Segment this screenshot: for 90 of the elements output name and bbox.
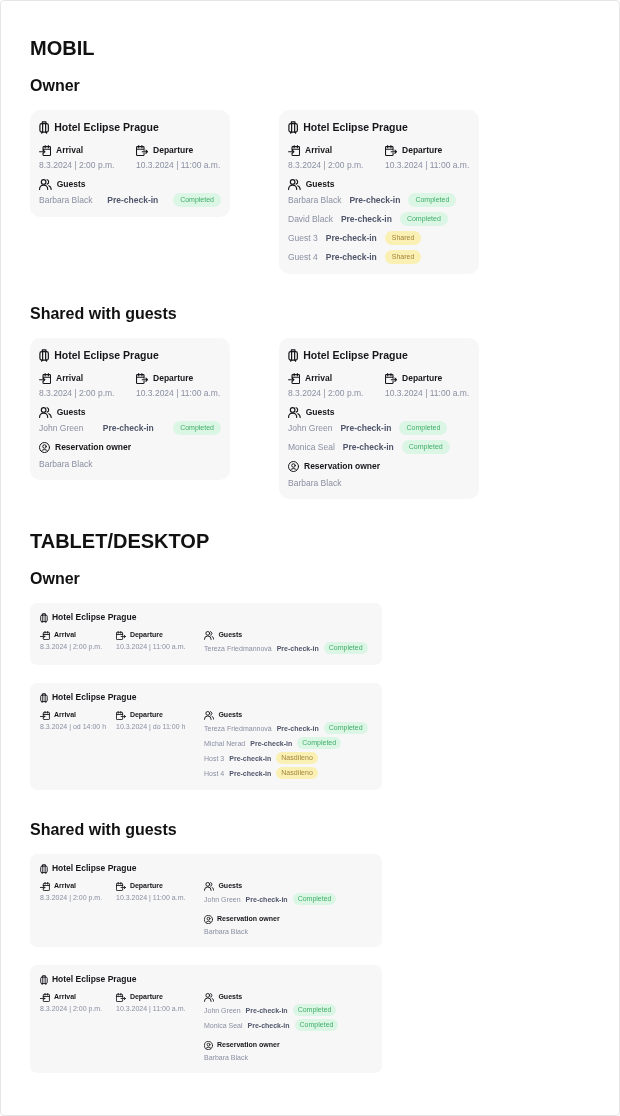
hotel-name: Hotel Eclipse Prague bbox=[54, 348, 159, 362]
guest-name: Barbara Black bbox=[39, 195, 93, 205]
people-icon bbox=[204, 710, 215, 720]
luggage-icon bbox=[288, 348, 299, 362]
guest-name: Barbara Black bbox=[288, 195, 342, 205]
people-icon bbox=[288, 406, 301, 418]
departure-date: 10.3.2024 | 11:00 a.m. bbox=[385, 159, 470, 171]
people-icon bbox=[39, 178, 52, 190]
section-title: MOBIL bbox=[30, 36, 95, 61]
pre-check-in-label: Pre-check-in bbox=[325, 233, 377, 243]
pre-check-in-label: Pre-check-in bbox=[342, 442, 394, 452]
group-title: Shared with guests bbox=[30, 820, 177, 840]
calendar-enter-icon bbox=[288, 372, 301, 384]
user-circle-icon bbox=[204, 1040, 213, 1050]
section-title: TABLET/DESKTOP bbox=[30, 529, 210, 554]
calendar-exit-icon bbox=[116, 881, 126, 891]
luggage-icon bbox=[288, 120, 299, 134]
hotel-name: Hotel Eclipse Prague bbox=[51, 692, 137, 703]
owner-label: Reservation owner bbox=[55, 441, 132, 453]
calendar-exit-icon bbox=[385, 372, 398, 384]
group-title: Owner bbox=[30, 569, 80, 589]
arrival-label: Arrival bbox=[305, 144, 332, 156]
arrival-date: 8.3.2024 | 2:00 p.m. bbox=[288, 387, 364, 399]
people-icon bbox=[204, 881, 215, 891]
departure-label: Departure bbox=[402, 144, 443, 156]
hotel-name: Hotel Eclipse Prague bbox=[51, 974, 137, 985]
calendar-enter-icon bbox=[40, 630, 50, 640]
people-icon bbox=[39, 406, 52, 418]
arrival-label: Arrival bbox=[56, 372, 83, 384]
people-icon bbox=[204, 630, 215, 640]
hotel-name: Hotel Eclipse Prague bbox=[51, 612, 137, 623]
guest-name: Monica Seal bbox=[288, 442, 335, 452]
group-title: Owner bbox=[30, 76, 80, 96]
guests-label: Guests bbox=[56, 406, 86, 418]
pre-check-in-label: Pre-check-in bbox=[102, 423, 154, 433]
calendar-enter-icon bbox=[40, 881, 50, 891]
luggage-icon bbox=[40, 612, 48, 623]
calendar-enter-icon bbox=[40, 710, 50, 720]
calendar-exit-icon bbox=[116, 992, 126, 1002]
luggage-icon bbox=[40, 863, 48, 874]
people-icon bbox=[204, 992, 215, 1002]
user-circle-icon bbox=[204, 914, 213, 924]
departure-date: 10.3.2024 | 11:00 a.m. bbox=[385, 387, 470, 399]
user-circle-icon bbox=[39, 441, 50, 453]
departure-date: 10.3.2024 | 11:00 a.m. bbox=[136, 159, 221, 171]
owner-label: Reservation owner bbox=[304, 460, 381, 472]
people-icon bbox=[288, 178, 301, 190]
pre-check-in-label: Pre-check-in bbox=[107, 195, 159, 205]
guest-name: Guest 4 bbox=[288, 252, 318, 262]
luggage-icon bbox=[40, 692, 48, 703]
pre-check-in-label: Pre-check-in bbox=[349, 195, 401, 205]
guests-label: Guests bbox=[56, 178, 86, 190]
arrival-date: 8.3.2024 | 2:00 p.m. bbox=[39, 387, 115, 399]
departure-date: 10.3.2024 | 11:00 a.m. bbox=[136, 387, 221, 399]
calendar-enter-icon bbox=[40, 992, 50, 1002]
arrival-label: Arrival bbox=[56, 144, 83, 156]
calendar-enter-icon bbox=[288, 144, 301, 156]
arrival-label: Arrival bbox=[305, 372, 332, 384]
hotel-name: Hotel Eclipse Prague bbox=[303, 120, 408, 134]
hotel-name: Hotel Eclipse Prague bbox=[303, 348, 408, 362]
departure-label: Departure bbox=[153, 144, 194, 156]
hotel-name: Hotel Eclipse Prague bbox=[54, 120, 159, 134]
calendar-exit-icon bbox=[136, 144, 149, 156]
departure-label: Departure bbox=[153, 372, 194, 384]
guest-name: John Green bbox=[288, 423, 333, 433]
calendar-enter-icon bbox=[39, 144, 52, 156]
luggage-icon bbox=[39, 348, 50, 362]
guests-label: Guests bbox=[305, 178, 335, 190]
pre-check-in-label: Pre-check-in bbox=[340, 423, 392, 433]
luggage-icon bbox=[40, 974, 48, 985]
calendar-exit-icon bbox=[116, 630, 126, 640]
guest-name: Guest 3 bbox=[288, 233, 318, 243]
arrival-date: 8.3.2024 | 2:00 p.m. bbox=[39, 159, 115, 171]
calendar-exit-icon bbox=[116, 710, 126, 720]
arrival-date: 8.3.2024 | 2:00 p.m. bbox=[288, 159, 364, 171]
owner-name: Barbara Black bbox=[39, 458, 93, 470]
hotel-name: Hotel Eclipse Prague bbox=[51, 863, 137, 874]
guest-name: John Green bbox=[39, 423, 84, 433]
calendar-exit-icon bbox=[385, 144, 398, 156]
guest-name: David Black bbox=[288, 214, 333, 224]
pre-check-in-label: Pre-check-in bbox=[325, 252, 377, 262]
departure-label: Departure bbox=[402, 372, 443, 384]
owner-name: Barbara Black bbox=[288, 477, 342, 489]
calendar-exit-icon bbox=[136, 372, 149, 384]
guests-label: Guests bbox=[305, 406, 335, 418]
user-circle-icon bbox=[288, 460, 299, 472]
luggage-icon bbox=[39, 120, 50, 134]
group-title: Shared with guests bbox=[30, 304, 177, 324]
pre-check-in-label: Pre-check-in bbox=[340, 214, 392, 224]
calendar-enter-icon bbox=[39, 372, 52, 384]
